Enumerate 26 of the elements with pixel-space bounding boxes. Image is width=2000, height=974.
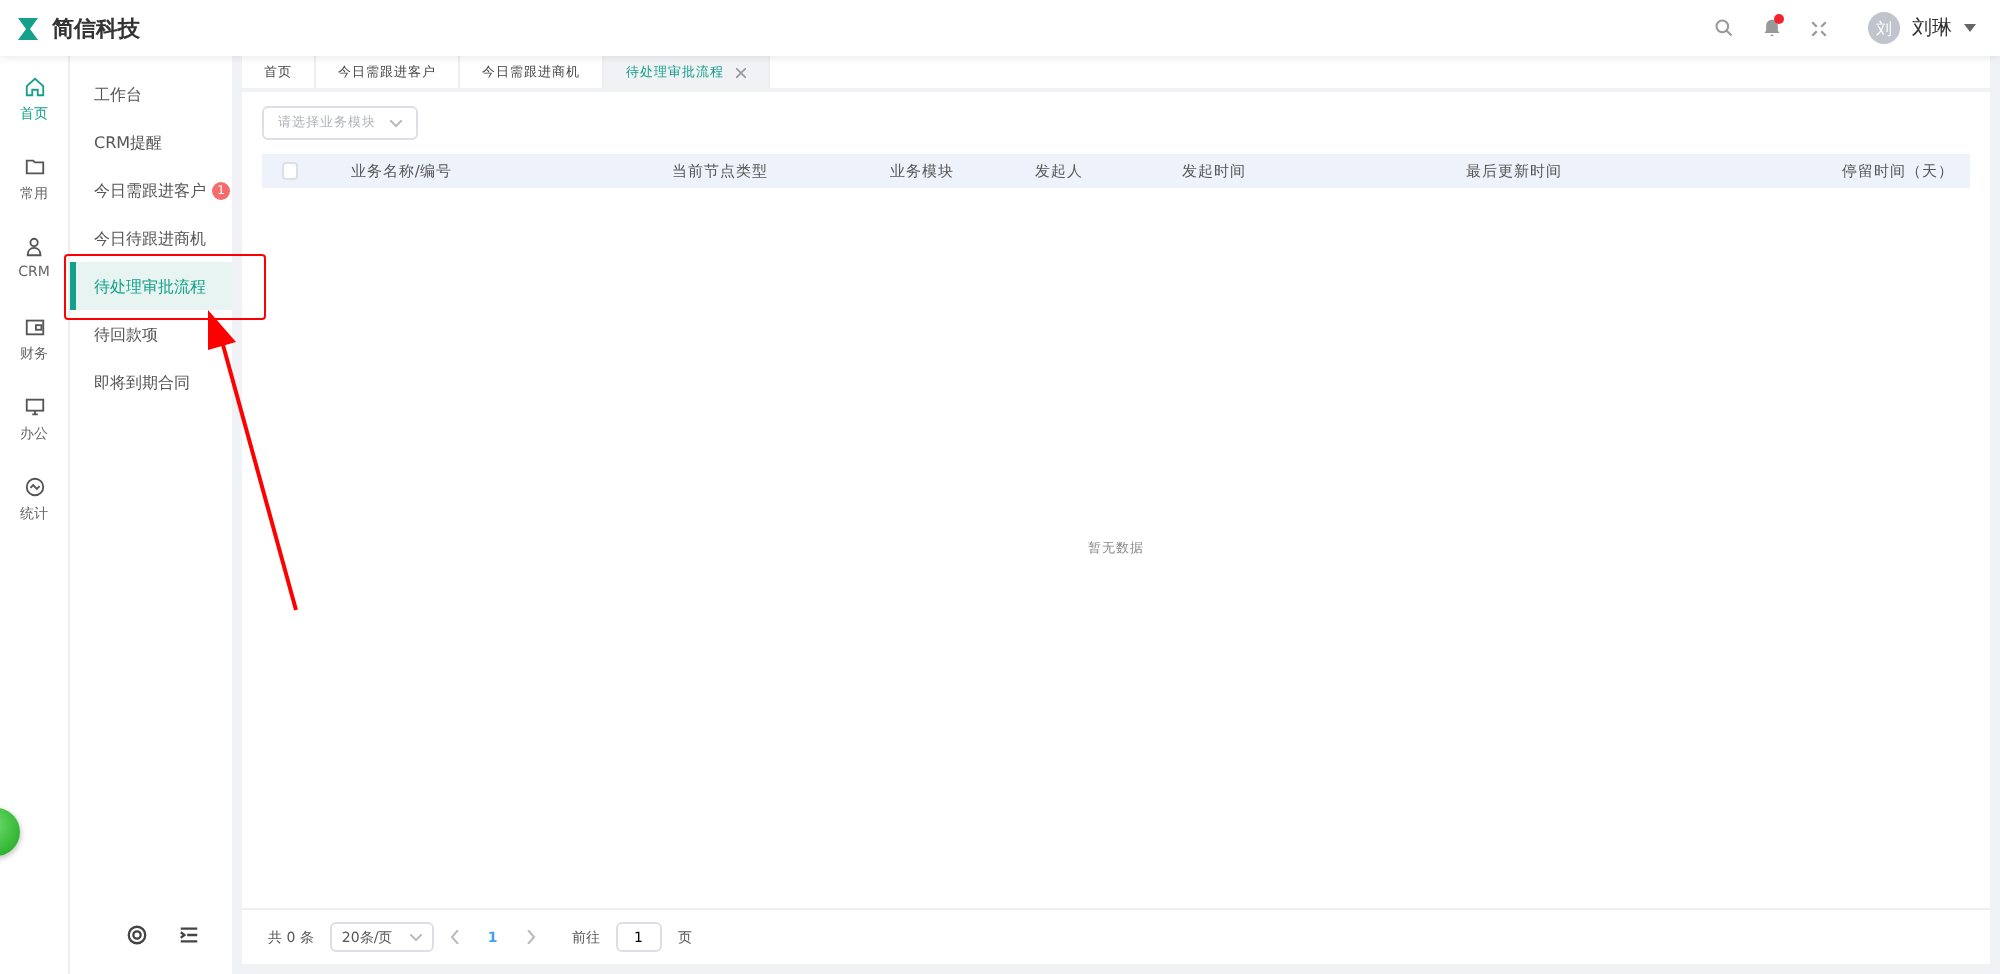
fullscreen-icon[interactable] [1810,19,1828,37]
bell-icon[interactable] [1762,18,1782,38]
next-icon[interactable] [525,930,536,944]
folder-icon [23,156,45,178]
settings-icon[interactable] [125,924,148,946]
select-all-checkbox[interactable] [282,162,299,180]
chevron-down-icon [409,933,422,941]
submenu-item[interactable]: 工作台 [70,70,232,118]
submenu-item[interactable]: 即将到期合同 [70,358,232,406]
monitor-icon [23,396,45,418]
wallet-icon [23,316,45,338]
previous-icon[interactable] [449,930,460,944]
user-icon [23,236,45,258]
submenu-item[interactable]: 待回款项 [70,310,232,358]
chevron-down-icon [390,119,402,127]
submenu-item[interactable]: CRM提醒 [70,118,232,166]
brand-name: 简信科技 [52,13,140,43]
gauge-icon [23,476,45,498]
menu-icon[interactable] [178,924,201,946]
submenu-item[interactable]: 今日待跟进商机 [70,214,232,262]
logo-icon [16,15,40,41]
user-name[interactable]: 刘琳 [1912,14,1952,42]
search-icon[interactable] [1714,18,1734,38]
caret-icon[interactable] [1964,24,1976,32]
home-icon [23,76,45,98]
close-icon[interactable] [736,67,746,77]
